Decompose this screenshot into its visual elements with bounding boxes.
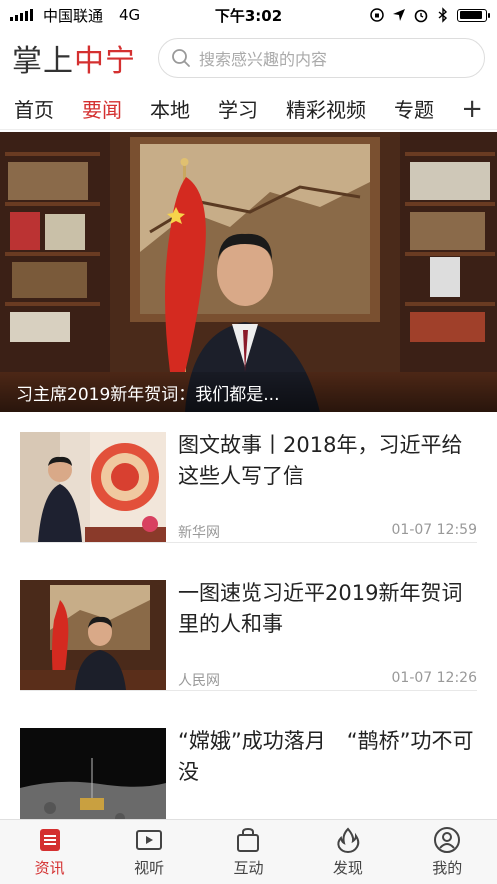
bottom-navigation: 资讯 视听 互动 发现 我的 (0, 819, 497, 884)
news-title: 一图速览习近平2019新年贺词里的人和事 (178, 581, 463, 636)
nav-item-video[interactable]: 视听 (114, 826, 184, 878)
alarm-icon (414, 9, 428, 23)
network-type: 4G (119, 6, 141, 24)
news-thumbnail (20, 580, 166, 690)
news-source: 人民网 (178, 673, 220, 689)
app-logo[interactable]: 掌上中宁 (12, 36, 136, 80)
rotation-lock-icon (370, 8, 384, 22)
news-icon (39, 829, 60, 851)
logo-text-part2: 中宁 (74, 44, 136, 79)
user-icon (434, 827, 461, 853)
nav-item-news[interactable]: 资讯 (15, 826, 85, 878)
tab-videos[interactable]: 精彩视频 (286, 94, 366, 123)
app-header: 掌上中宁 搜索感兴趣的内容 (0, 30, 497, 86)
news-thumbnail-image (20, 432, 166, 542)
signal-icon (10, 9, 33, 21)
hero-caption: 习主席2019新年贺词：我们都是... (0, 372, 497, 412)
status-time: 下午3:02 (214, 6, 283, 25)
shopping-bag-icon (237, 827, 260, 852)
news-title: 图文故事丨2018年，习近平给这些人写了信 (178, 433, 463, 488)
news-time: 01-07 12:59 (391, 522, 477, 538)
carrier-name: 中国联通 (43, 6, 104, 25)
search-placeholder: 搜索感兴趣的内容 (199, 50, 328, 69)
battery-icon (457, 8, 490, 22)
tab-topics[interactable]: 专题 (394, 94, 434, 123)
news-item[interactable]: 一图速览习近平2019新年贺词里的人和事 人民网 01-07 12:26 (20, 580, 477, 691)
search-icon (172, 49, 190, 67)
nav-label: 视听 (134, 859, 165, 877)
news-thumbnail (20, 432, 166, 542)
tab-news[interactable]: 要闻 (82, 94, 122, 123)
hero-banner[interactable]: 习主席2019新年贺词：我们都是... (0, 132, 497, 412)
status-bar: 中国联通 4G 下午3:02 (0, 0, 497, 30)
hero-image (0, 132, 497, 412)
tab-home[interactable]: 首页 (14, 94, 54, 123)
nav-item-discover[interactable]: 发现 (313, 826, 383, 878)
nav-item-interact[interactable]: 互动 (213, 826, 283, 878)
tab-study[interactable]: 学习 (218, 94, 258, 123)
location-icon (393, 9, 405, 21)
status-left: 中国联通 4G (10, 5, 140, 26)
category-tabs: 首页 要闻 本地 学习 精彩视频 专题 + (0, 88, 497, 130)
flame-icon (337, 827, 360, 854)
logo-text-part1: 掌上 (12, 44, 74, 79)
nav-label: 我的 (432, 859, 463, 877)
news-time: 01-07 12:26 (391, 670, 477, 686)
tab-local[interactable]: 本地 (150, 94, 190, 123)
search-input[interactable]: 搜索感兴趣的内容 (158, 38, 485, 78)
news-thumbnail-image (20, 580, 166, 690)
add-tab-button[interactable]: + (461, 96, 483, 122)
news-item[interactable]: 图文故事丨2018年，习近平给这些人写了信 新华网 01-07 12:59 (20, 432, 477, 543)
news-title: “嫦娥”成功落月 “鹊桥”功不可没 (178, 729, 474, 784)
bluetooth-icon (438, 7, 448, 23)
nav-label: 互动 (233, 859, 264, 877)
nav-item-profile[interactable]: 我的 (412, 826, 482, 878)
news-source: 新华网 (178, 525, 220, 541)
nav-label: 发现 (332, 859, 363, 877)
video-icon (136, 830, 163, 850)
status-right (369, 7, 490, 23)
nav-label: 资讯 (34, 859, 65, 877)
